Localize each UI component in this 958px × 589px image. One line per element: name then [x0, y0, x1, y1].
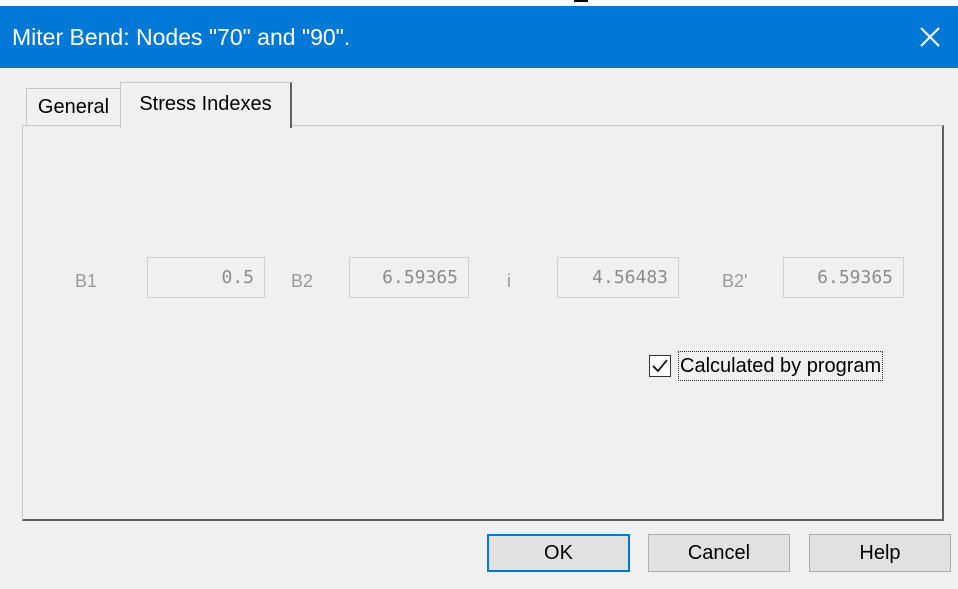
caret-mark — [574, 0, 588, 2]
title-bar: Miter Bend: Nodes "70" and "90". — [0, 6, 958, 68]
cancel-button[interactable]: Cancel — [648, 534, 790, 572]
b2-prime-label: B2' — [722, 271, 748, 291]
close-button[interactable] — [902, 6, 958, 68]
b2-prime-field[interactable]: 6.59365 — [783, 257, 904, 298]
checkbox-box[interactable] — [649, 355, 671, 377]
b2-field[interactable]: 6.59365 — [349, 257, 469, 298]
help-button[interactable]: Help — [809, 534, 951, 572]
b2-label: B2 — [291, 271, 314, 291]
i-label: i — [507, 271, 511, 291]
b1-field[interactable]: 0.5 — [147, 257, 265, 298]
tab-general[interactable]: General — [26, 88, 121, 125]
miter-bend-dialog: Miter Bend: Nodes "70" and "90". General… — [0, 6, 958, 589]
stress-indexes-panel: B1 0.5 B2 6.59365 i 4.56483 B2' 6.59365 … — [22, 125, 944, 521]
calculated-by-program-label[interactable]: Calculated by program — [677, 351, 884, 381]
window-title: Miter Bend: Nodes "70" and "90". — [12, 24, 351, 50]
close-icon — [920, 27, 940, 47]
tab-stress-indexes[interactable]: Stress Indexes — [120, 82, 292, 128]
b1-label: B1 — [75, 271, 98, 291]
ok-button[interactable]: OK — [487, 534, 630, 572]
i-field[interactable]: 4.56483 — [557, 257, 679, 298]
checkmark-icon — [652, 359, 668, 373]
